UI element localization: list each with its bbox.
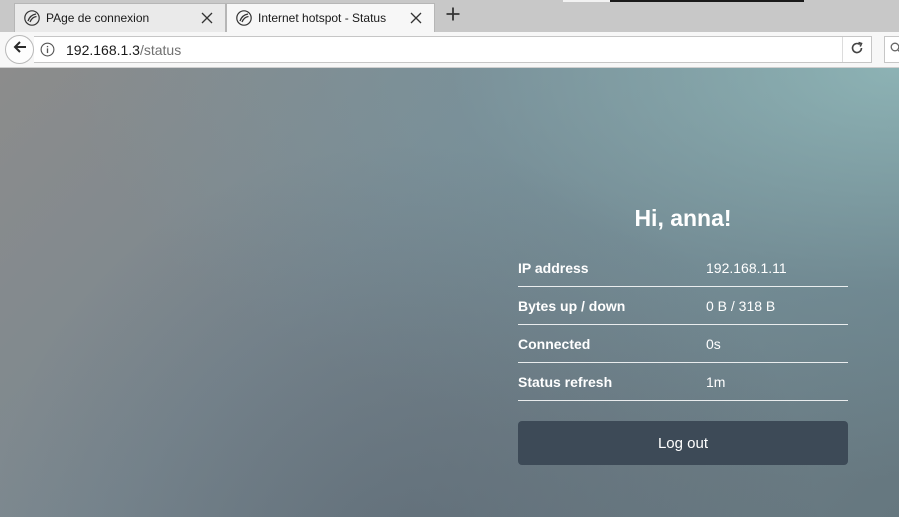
logout-button[interactable]: Log out	[518, 421, 848, 465]
url-host: 192.168.1.3	[66, 41, 140, 58]
reload-button[interactable]	[842, 37, 871, 62]
row-value: 1m	[706, 373, 726, 390]
window-edge-light	[563, 0, 610, 2]
tab-strip: PAge de connexion Internet hotspot - Sta…	[0, 0, 899, 32]
tab-title: Internet hotspot - Status	[258, 11, 387, 25]
status-row-refresh: Status refresh 1m	[518, 363, 848, 401]
row-label: Bytes up / down	[518, 297, 626, 314]
tab-title: PAge de connexion	[46, 11, 150, 25]
url-bar[interactable]: 192.168.1.3/status	[34, 36, 872, 63]
row-value: 192.168.1.11	[706, 259, 787, 276]
status-row-ip: IP address 192.168.1.11	[518, 249, 848, 287]
greeting-heading: Hi, anna!	[634, 205, 732, 231]
info-icon[interactable]	[40, 42, 56, 58]
page-content: Hi, anna! IP address 192.168.1.11 Bytes …	[0, 68, 899, 517]
close-icon[interactable]	[408, 10, 424, 26]
tab-connexion[interactable]: PAge de connexion	[14, 3, 226, 32]
mikrotik-logo-icon	[236, 10, 252, 26]
new-tab-button[interactable]	[441, 5, 465, 27]
search-box[interactable]	[884, 36, 899, 63]
status-row-connected: Connected 0s	[518, 325, 848, 363]
window-edge-dark	[610, 0, 804, 2]
search-icon	[890, 41, 899, 59]
mikrotik-logo-icon	[24, 10, 40, 26]
reload-icon	[850, 41, 864, 58]
tab-status[interactable]: Internet hotspot - Status	[226, 3, 435, 32]
back-arrow-icon	[12, 39, 28, 60]
row-value: 0s	[706, 335, 721, 352]
status-row-bytes: Bytes up / down 0 B / 318 B	[518, 287, 848, 325]
row-label: Status refresh	[518, 373, 613, 390]
close-icon[interactable]	[199, 10, 215, 26]
row-value: 0 B / 318 B	[706, 297, 776, 314]
back-button[interactable]	[5, 35, 34, 64]
navigation-bar: 192.168.1.3/status	[0, 32, 899, 68]
url-path: /status	[139, 41, 182, 58]
row-label: Connected	[518, 335, 591, 352]
status-panel: Hi, anna! IP address 192.168.1.11 Bytes …	[518, 205, 848, 465]
plus-icon	[446, 7, 460, 26]
row-label: IP address	[518, 259, 589, 276]
